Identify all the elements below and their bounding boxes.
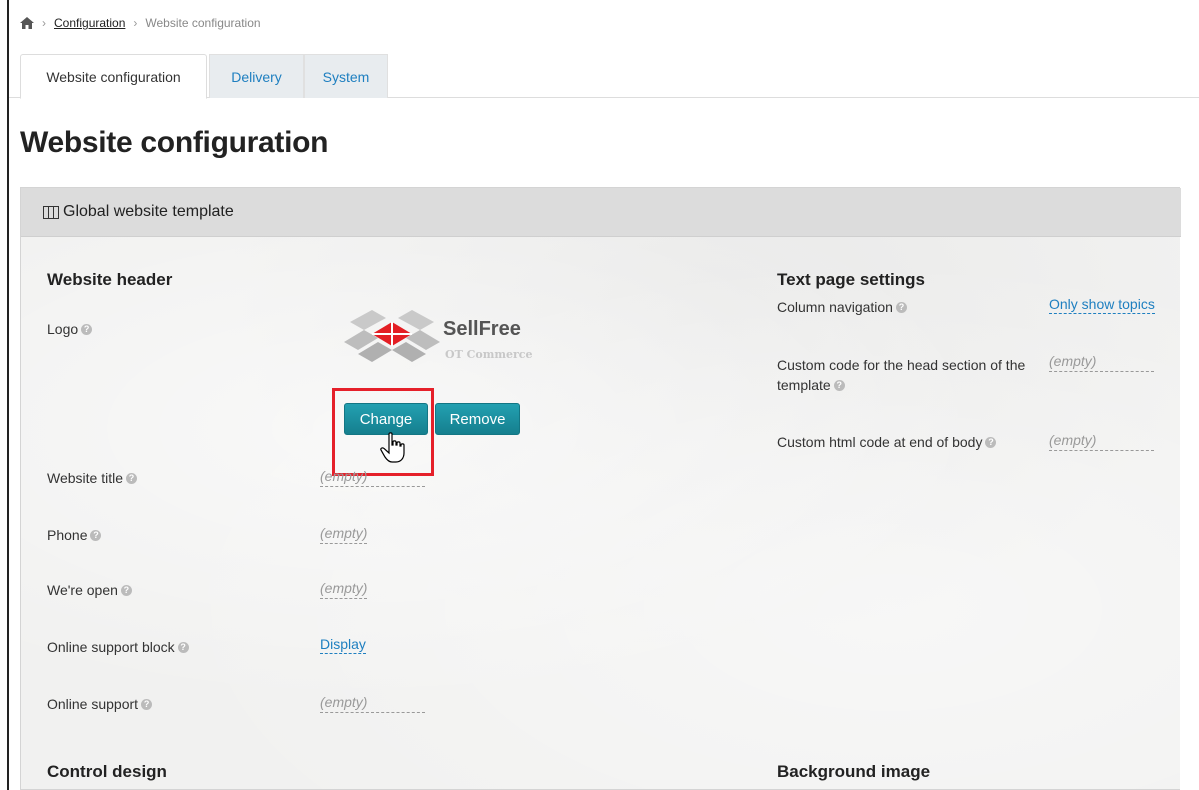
- window-edge: [7, 0, 9, 790]
- help-icon[interactable]: ?: [833, 379, 845, 391]
- field-phone-label: Phone?: [47, 525, 102, 545]
- home-icon[interactable]: [20, 17, 34, 29]
- field-open-hours-label: We're open?: [47, 580, 132, 600]
- field-phone-value[interactable]: (empty): [320, 525, 368, 544]
- field-body-code-value[interactable]: (empty): [1049, 432, 1154, 451]
- breadcrumb-separator: ›: [42, 16, 46, 30]
- panel-header[interactable]: Global website template: [21, 188, 1181, 237]
- help-icon[interactable]: ?: [177, 641, 189, 653]
- tab-delivery[interactable]: Delivery: [209, 54, 304, 98]
- help-icon[interactable]: ?: [120, 584, 132, 596]
- hand-cursor-icon: [380, 432, 405, 463]
- field-online-support-block-value[interactable]: Display: [320, 636, 366, 654]
- tab-system[interactable]: System: [304, 54, 388, 98]
- layout-columns-icon: [43, 205, 59, 219]
- help-icon[interactable]: ?: [81, 323, 93, 335]
- help-icon[interactable]: ?: [985, 436, 997, 448]
- field-online-support-block-label: Online support block?: [47, 637, 189, 657]
- field-column-navigation-label: Column navigation?: [777, 297, 907, 317]
- help-icon[interactable]: ?: [126, 472, 137, 484]
- help-icon[interactable]: ?: [90, 529, 102, 541]
- global-template-panel: Global website template: [20, 187, 1181, 790]
- field-column-navigation-value[interactable]: Only show topics: [1049, 296, 1155, 314]
- logo-name: SellFree: [443, 318, 521, 340]
- section-website-header: Website header: [47, 270, 173, 289]
- field-online-support-label: Online support?: [47, 694, 153, 714]
- tab-website-configuration[interactable]: Website configuration: [20, 54, 207, 99]
- field-head-code-value[interactable]: (empty): [1049, 353, 1154, 372]
- panel-title: Global website template: [63, 203, 234, 220]
- breadcrumb-configuration-link[interactable]: Configuration: [54, 16, 125, 30]
- logo-mark-icon: [344, 310, 440, 362]
- field-body-code-label: Custom html code at end of body?: [777, 432, 1027, 452]
- breadcrumb-current: Website configuration: [145, 16, 261, 30]
- help-icon[interactable]: ?: [141, 698, 153, 710]
- breadcrumb: › Configuration › Website configuration: [20, 13, 261, 33]
- help-icon[interactable]: ?: [895, 301, 907, 313]
- field-online-support-value[interactable]: (empty): [320, 694, 425, 713]
- remove-logo-button[interactable]: Remove: [435, 403, 520, 435]
- field-website-title-label: Website title?: [47, 468, 137, 488]
- section-background-image: Background image: [777, 762, 931, 781]
- logo-label: Logo?: [47, 319, 93, 339]
- logo-subtitle: OT Commerce: [445, 348, 533, 361]
- section-text-page-settings: Text page settings: [777, 270, 925, 289]
- field-open-hours-value[interactable]: (empty): [320, 580, 368, 599]
- logo-image: SellFree OT Commerce: [342, 308, 542, 372]
- field-website-title-value[interactable]: (empty): [320, 468, 425, 487]
- section-control-design: Control design: [47, 762, 167, 781]
- field-head-code-label: Custom code for the head section of the …: [777, 357, 1026, 393]
- tab-bar: Website configuration Delivery System: [9, 54, 1199, 99]
- breadcrumb-separator: ›: [133, 16, 138, 30]
- page-title: Website configuration: [20, 126, 329, 159]
